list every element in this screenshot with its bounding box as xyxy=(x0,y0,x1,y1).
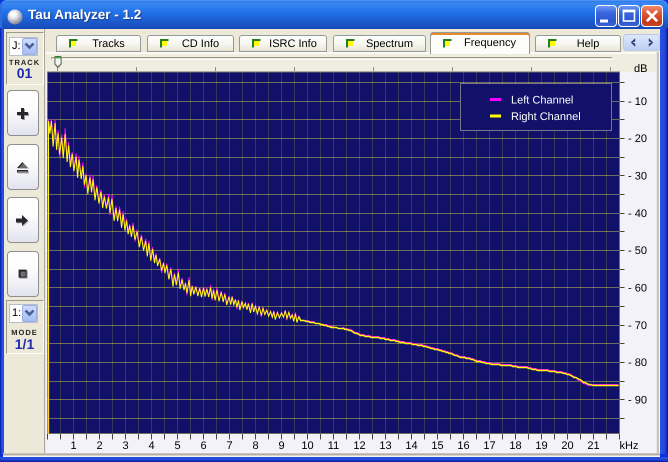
svg-text:19: 19 xyxy=(535,440,547,452)
svg-text:15: 15 xyxy=(431,440,443,452)
svg-text:4: 4 xyxy=(148,440,154,452)
svg-text:13: 13 xyxy=(379,440,391,452)
svg-text:- 80: - 80 xyxy=(628,357,647,369)
svg-text:- 20: - 20 xyxy=(628,133,647,145)
svg-text:17: 17 xyxy=(483,440,495,452)
svg-text:3: 3 xyxy=(122,440,128,452)
svg-text:11: 11 xyxy=(328,440,339,452)
svg-text:16: 16 xyxy=(457,440,469,452)
svg-text:5: 5 xyxy=(174,440,180,452)
svg-text:- 10: - 10 xyxy=(628,96,647,108)
svg-text:- 30: - 30 xyxy=(628,171,647,183)
svg-text:dB: dB xyxy=(634,63,647,75)
svg-text:9: 9 xyxy=(278,440,284,452)
svg-text:14: 14 xyxy=(405,440,417,452)
svg-text:10: 10 xyxy=(301,440,313,452)
svg-text:8: 8 xyxy=(252,440,258,452)
svg-text:- 50: - 50 xyxy=(628,245,647,257)
svg-text:7: 7 xyxy=(226,440,232,452)
svg-text:- 70: - 70 xyxy=(628,320,647,332)
svg-text:1: 1 xyxy=(70,440,76,452)
svg-text:6: 6 xyxy=(200,440,206,452)
svg-text:- 90: - 90 xyxy=(628,395,647,407)
svg-text:kHz: kHz xyxy=(620,440,639,452)
svg-text:- 40: - 40 xyxy=(628,208,647,220)
svg-text:18: 18 xyxy=(509,440,521,452)
svg-text:Left Channel: Left Channel xyxy=(511,95,573,107)
svg-text:21: 21 xyxy=(587,440,599,452)
svg-text:- 60: - 60 xyxy=(628,283,647,295)
svg-text:20: 20 xyxy=(561,440,573,452)
svg-text:12: 12 xyxy=(353,440,365,452)
svg-text:2: 2 xyxy=(96,440,102,452)
svg-text:Right Channel: Right Channel xyxy=(511,111,581,123)
